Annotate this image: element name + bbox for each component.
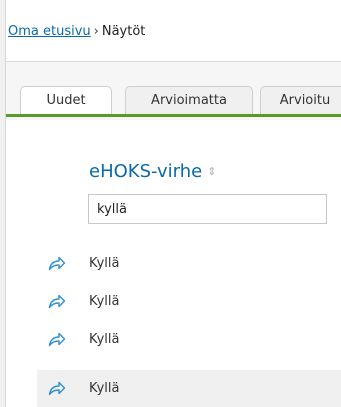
table-row[interactable]: Kyllä xyxy=(37,321,341,359)
row-value: Kyllä xyxy=(89,294,120,309)
breadcrumb-current: Näytöt xyxy=(101,24,146,39)
table-row[interactable]: Kyllä xyxy=(37,245,341,283)
active-tab-underline xyxy=(6,114,341,117)
column-header-ehoks-virhe[interactable]: eHOKS-virhe ⇕ xyxy=(89,160,216,184)
share-arrow-icon[interactable] xyxy=(48,331,66,347)
breadcrumb: Oma etusivu › Näytöt xyxy=(8,23,145,41)
sort-icon[interactable]: ⇕ xyxy=(207,160,216,184)
table-row-highlighted[interactable]: Kyllä xyxy=(37,370,341,407)
share-arrow-icon[interactable] xyxy=(48,293,66,309)
column-header-label: eHOKS-virhe xyxy=(89,161,203,182)
row-value: Kyllä xyxy=(89,332,120,347)
share-arrow-icon[interactable] xyxy=(48,255,66,271)
page-frame: Oma etusivu › Näytöt Uudet Arvioimatta Arv… xyxy=(0,0,341,407)
table-row[interactable]: Kyllä xyxy=(37,283,341,321)
tab-uudet[interactable]: Uudet xyxy=(20,86,112,114)
row-value: Kyllä xyxy=(89,256,120,271)
tab-arvioitu[interactable]: Arvioitu xyxy=(260,86,341,114)
share-arrow-icon[interactable] xyxy=(48,380,66,396)
breadcrumb-separator: › xyxy=(93,24,99,39)
column-filter-input[interactable] xyxy=(88,194,327,224)
row-value: Kyllä xyxy=(89,381,120,396)
breadcrumb-home-link[interactable]: Oma etusivu xyxy=(8,24,91,39)
tab-arvioimatta[interactable]: Arvioimatta xyxy=(125,86,253,114)
